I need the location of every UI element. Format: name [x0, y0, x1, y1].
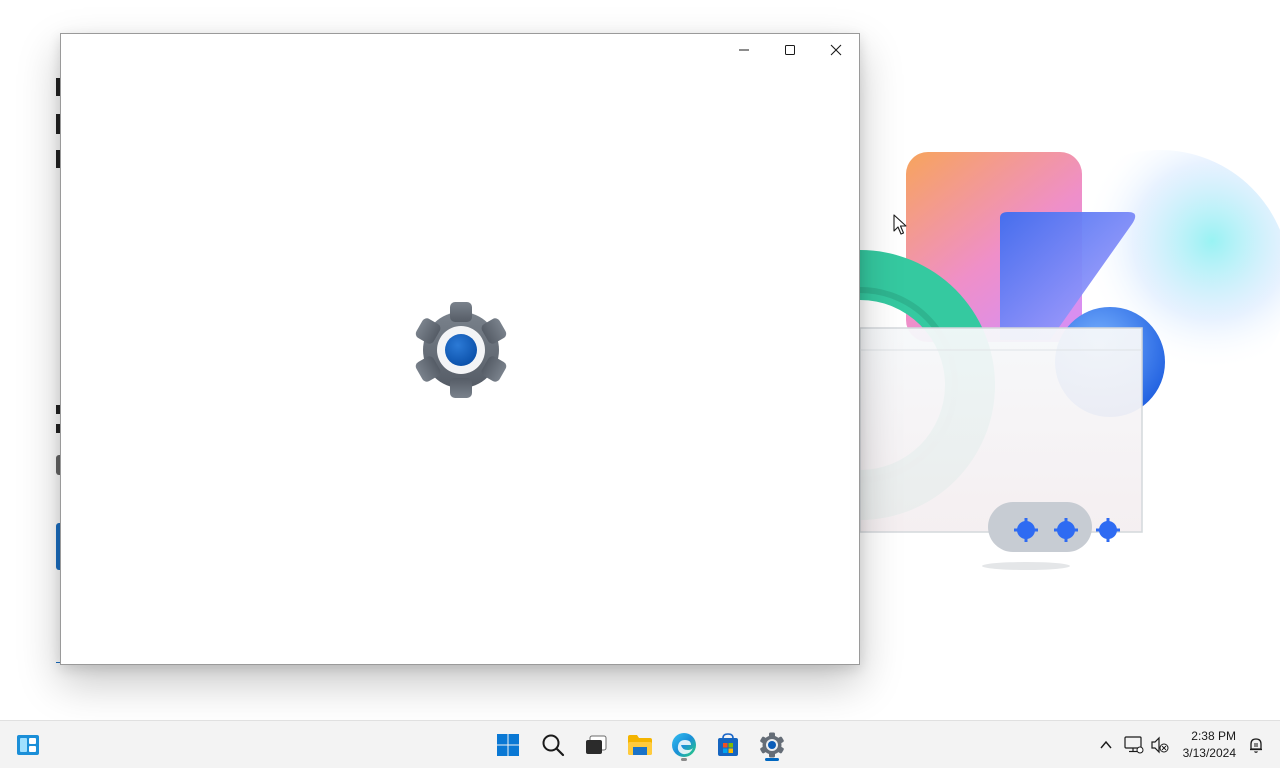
- volume-button[interactable]: [1148, 733, 1172, 757]
- taskbar: 2:38 PM 3/13/2024: [0, 720, 1280, 768]
- clock-date: 3/13/2024: [1182, 746, 1236, 760]
- notification-icon: [1250, 738, 1262, 753]
- edge-icon: [672, 733, 696, 757]
- task-view-button[interactable]: [578, 727, 614, 763]
- settings-gear-icon: [415, 302, 507, 398]
- caption-controls: [721, 34, 859, 66]
- notification-button[interactable]: [1244, 733, 1268, 757]
- hero-illustration: [860, 150, 1280, 570]
- maximize-icon: [785, 45, 795, 55]
- start-button[interactable]: [490, 727, 526, 763]
- widgets-button[interactable]: [10, 727, 46, 763]
- settings-taskbar-button[interactable]: [754, 727, 790, 763]
- windows-logo-icon: [497, 734, 519, 756]
- store-button[interactable]: [710, 727, 746, 763]
- chevron-up-icon: [1100, 740, 1112, 749]
- edge-button[interactable]: [666, 727, 702, 763]
- show-hidden-icons-button[interactable]: [1094, 733, 1118, 757]
- search-icon: [542, 734, 565, 757]
- clock-time: 2:38 PM: [1191, 729, 1236, 743]
- active-indicator: [765, 758, 779, 761]
- maximize-button[interactable]: [767, 34, 813, 66]
- close-icon: [830, 44, 842, 56]
- mouse-cursor-icon: [893, 214, 907, 235]
- clock[interactable]: 2:38 PM 3/13/2024: [1183, 728, 1236, 762]
- widgets-icon: [17, 735, 39, 755]
- volume-muted-icon: [1151, 736, 1169, 754]
- store-icon: [718, 733, 738, 756]
- search-button[interactable]: [535, 727, 571, 763]
- minimize-button[interactable]: [721, 34, 767, 66]
- task-view-icon: [586, 735, 607, 754]
- close-button[interactable]: [813, 34, 859, 66]
- folder-icon: [628, 735, 652, 755]
- network-icon: [1124, 736, 1144, 754]
- network-button[interactable]: [1122, 733, 1146, 757]
- running-indicator: [681, 758, 687, 761]
- settings-window[interactable]: [60, 33, 860, 665]
- minimize-icon: [739, 49, 749, 51]
- file-explorer-button[interactable]: [622, 727, 658, 763]
- gear-icon: [760, 732, 784, 758]
